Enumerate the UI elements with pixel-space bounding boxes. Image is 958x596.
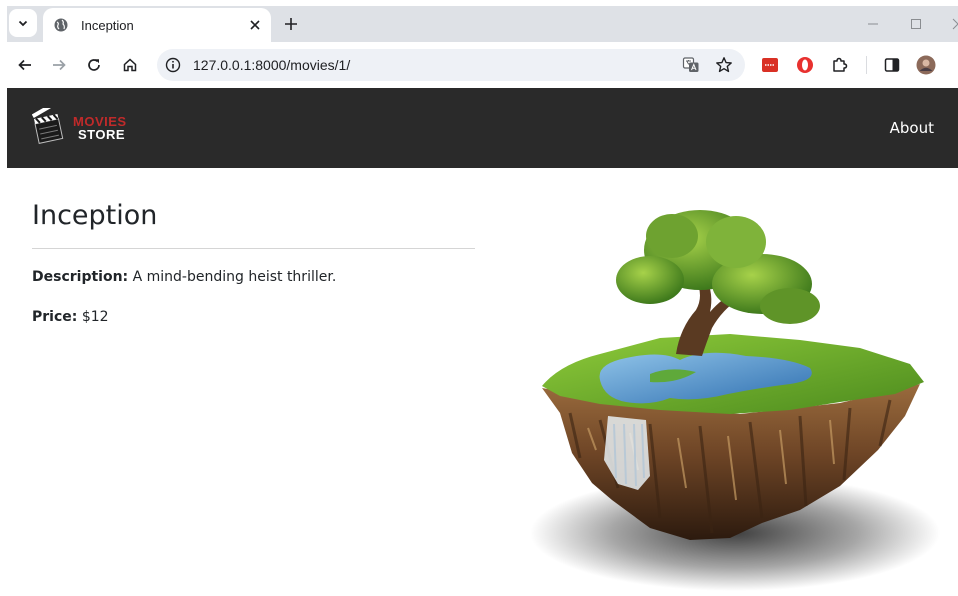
browser-toolbar: 127.0.0.1:8000/movies/1/ xyxy=(7,42,958,88)
red-extension-icon xyxy=(762,58,778,72)
site-navbar: MOVIES STORE About xyxy=(7,88,958,168)
back-button[interactable] xyxy=(14,54,36,76)
price-value: $12 xyxy=(81,309,109,325)
reload-icon xyxy=(88,59,100,71)
description-text: A mind-bending heist thriller. xyxy=(132,269,337,285)
home-button[interactable] xyxy=(119,54,141,76)
close-window-icon xyxy=(952,18,958,30)
minimize-button[interactable] xyxy=(863,14,883,34)
movie-title: Inception xyxy=(32,200,158,231)
opera-icon xyxy=(797,57,813,73)
brand-logo-link[interactable]: MOVIES STORE xyxy=(32,108,142,148)
arrow-right-icon xyxy=(53,59,66,71)
browser-tabstrip: Inception xyxy=(7,6,958,42)
bookmark-star-icon[interactable] xyxy=(715,56,733,74)
tab-title: Inception xyxy=(81,17,134,33)
extension-red-button[interactable] xyxy=(759,54,781,76)
arrow-left-icon xyxy=(18,59,31,71)
home-icon xyxy=(123,58,137,72)
minimize-icon xyxy=(868,23,878,25)
title-divider xyxy=(32,248,475,249)
new-tab-button[interactable] xyxy=(281,14,301,34)
address-bar[interactable]: 127.0.0.1:8000/movies/1/ xyxy=(157,49,745,81)
extensions-button[interactable] xyxy=(829,54,851,76)
reload-button[interactable] xyxy=(83,54,105,76)
plus-icon xyxy=(285,18,297,30)
globe-icon xyxy=(53,17,69,33)
nav-link-about[interactable]: About xyxy=(890,119,934,137)
chevron-down-icon xyxy=(18,20,28,27)
side-panel-button[interactable] xyxy=(881,54,903,76)
price-label: Price: xyxy=(32,309,78,325)
movie-price: Price: $12 xyxy=(32,309,109,325)
forward-button[interactable] xyxy=(48,54,70,76)
side-panel-icon xyxy=(884,58,900,72)
movie-poster-image xyxy=(530,210,940,591)
toolbar-divider xyxy=(866,56,867,74)
close-tab-icon[interactable] xyxy=(247,17,263,33)
url-text[interactable]: 127.0.0.1:8000/movies/1/ xyxy=(193,57,350,73)
puzzle-icon xyxy=(833,57,848,72)
close-window-button[interactable] xyxy=(948,14,958,34)
maximize-button[interactable] xyxy=(906,14,926,34)
translate-icon[interactable] xyxy=(682,56,700,74)
browser-tab-active[interactable]: Inception xyxy=(43,8,271,42)
tab-search-button[interactable] xyxy=(9,9,37,37)
brand-text-store: STORE xyxy=(78,127,126,142)
movie-description: Description: A mind-bending heist thrill… xyxy=(32,269,336,285)
description-label: Description: xyxy=(32,269,129,285)
profile-avatar-button[interactable] xyxy=(915,54,937,76)
maximize-icon xyxy=(911,19,921,29)
opera-extension-button[interactable] xyxy=(794,54,816,76)
clapperboard-icon xyxy=(32,108,64,144)
site-info-icon[interactable] xyxy=(165,57,181,73)
avatar-icon xyxy=(916,55,936,75)
